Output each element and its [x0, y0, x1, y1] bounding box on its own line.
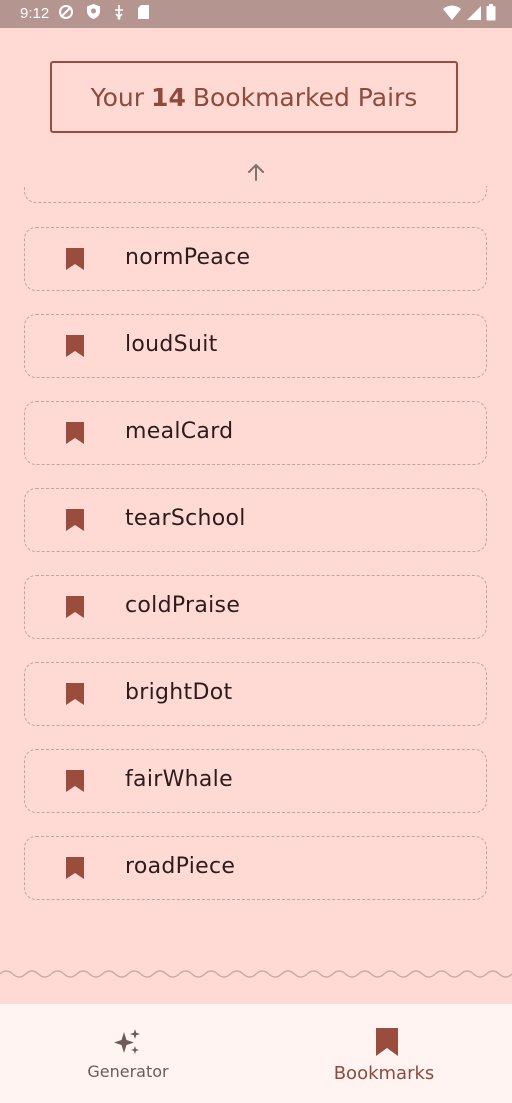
bookmark-icon[interactable]	[65, 770, 85, 792]
bookmark-icon[interactable]	[65, 422, 85, 444]
battery-icon	[486, 4, 496, 21]
bottom-navigation: Generator Bookmarks	[0, 1004, 512, 1103]
bookmark-icon[interactable]	[65, 683, 85, 705]
bookmark-list[interactable]: normPeace loudSuit mealCard tearSchool c…	[0, 186, 512, 970]
usb-icon	[115, 4, 123, 20]
wifi-icon	[443, 5, 461, 20]
bookmark-label: mealCard	[125, 419, 234, 444]
page-title: Your 14 Bookmarked Pairs	[50, 61, 458, 133]
nav-item-bookmarks[interactable]: Bookmarks	[256, 1004, 512, 1103]
data-saver-icon	[59, 4, 73, 19]
title-prefix: Your	[90, 82, 145, 112]
sd-card-icon	[138, 4, 149, 19]
bookmark-label: loudSuit	[125, 332, 218, 357]
list-item[interactable]: roadPiece	[24, 836, 487, 900]
bookmark-icon	[376, 1028, 398, 1056]
status-time: 9:12	[20, 5, 50, 22]
bookmark-label: fairWhale	[125, 767, 233, 792]
shield-icon	[87, 4, 100, 19]
list-item[interactable]: brightDot	[24, 662, 487, 726]
bookmark-label: normPeace	[125, 245, 251, 270]
title-suffix: Bookmarked Pairs	[192, 82, 418, 112]
bookmark-icon[interactable]	[65, 248, 85, 270]
bookmark-icon[interactable]	[65, 509, 85, 531]
list-item[interactable]: fairWhale	[24, 749, 487, 813]
bookmark-label: roadPiece	[125, 854, 236, 879]
bookmark-count: 14	[151, 82, 186, 112]
bookmark-icon[interactable]	[65, 335, 85, 357]
list-item[interactable]: normPeace	[24, 227, 487, 291]
bookmark-label: tearSchool	[125, 506, 246, 531]
bookmark-icon[interactable]	[65, 857, 85, 879]
nav-label-bookmarks: Bookmarks	[333, 1063, 435, 1084]
notification-icons	[58, 3, 150, 20]
arrow-up-icon[interactable]	[244, 160, 268, 184]
cellular-signal-icon	[467, 5, 481, 20]
bookmark-label: brightDot	[125, 680, 233, 705]
bookmark-icon[interactable]	[65, 596, 85, 618]
nav-item-generator[interactable]: Generator	[0, 1004, 256, 1103]
wave-divider	[0, 970, 512, 978]
list-item[interactable]: coldPraise	[24, 575, 487, 639]
sparkles-icon	[114, 1029, 140, 1054]
system-icons	[442, 4, 496, 21]
list-item[interactable]: tearSchool	[24, 488, 487, 552]
nav-label-generator: Generator	[87, 1062, 169, 1081]
list-item[interactable]: loudSuit	[24, 314, 487, 378]
list-item[interactable]: mealCard	[24, 401, 487, 465]
status-bar: 9:12	[0, 0, 512, 28]
bookmark-label: coldPraise	[125, 593, 241, 618]
list-item[interactable]	[24, 186, 487, 203]
